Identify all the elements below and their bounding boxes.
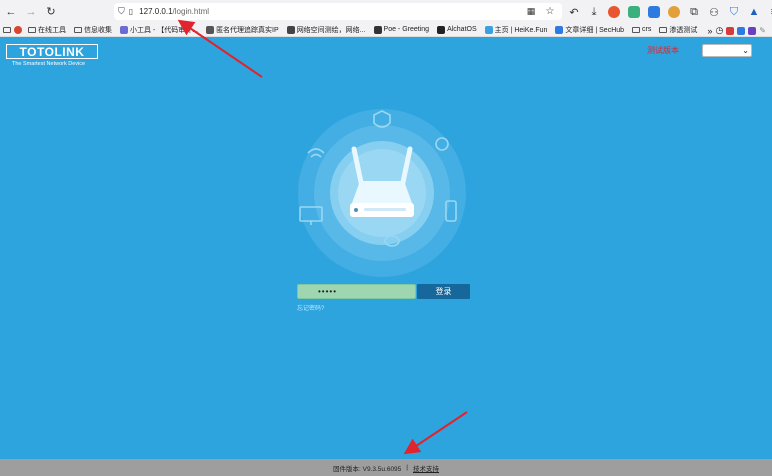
- history-icon[interactable]: ◷: [715, 25, 723, 36]
- forgot-password-link[interactable]: 忘记密码?: [297, 303, 324, 312]
- test-version-label: 测试版本: [647, 46, 679, 55]
- url-actions: ▦ ☆: [523, 4, 558, 20]
- totolink-logo: TOTOLINK The Smartest Network Device: [6, 44, 98, 67]
- qr-code-icon[interactable]: ▦: [523, 4, 539, 20]
- bookmark-folder-icon[interactable]: [3, 26, 11, 33]
- url-path: /login.html: [172, 7, 210, 16]
- url-host: 127.0.0.1: [139, 7, 173, 16]
- bookmark-item[interactable]: 匿名代理追踪真实IP: [206, 25, 279, 35]
- extension-screenshot-icon[interactable]: [626, 4, 642, 20]
- forward-icon[interactable]: →: [23, 4, 39, 20]
- bookmark-item[interactable]: 文章详细 | SecHub: [555, 25, 624, 35]
- bookmark-item[interactable]: Poe - Greeting: [373, 25, 430, 35]
- logo-text: TOTOLINK: [19, 44, 85, 59]
- url-text[interactable]: 127.0.0.1/login.html: [139, 7, 209, 16]
- back-icon[interactable]: ←: [3, 4, 19, 20]
- bookmark-item[interactable]: 信息收集: [74, 25, 112, 35]
- bookmark-label: 主页 | HeiKe.Fun: [494, 26, 548, 34]
- folder-icon: [74, 26, 82, 33]
- bookmark-list: 在线工具 信息收集 小工具 - 【代码审计... 匿名代理追踪真实IP 网络空间测绘，网…: [28, 25, 705, 35]
- bookmark-item[interactable]: 小工具 - 【代码审计...: [120, 25, 198, 35]
- bookmarks-overflow: » ◷ ✎: [707, 25, 766, 36]
- favicon-icon: [286, 25, 295, 34]
- bookmark-label: 文章详细 | SecHub: [565, 26, 625, 34]
- favicon-icon: [437, 25, 446, 34]
- favicon-icon: [484, 25, 493, 34]
- logo-box: TOTOLINK: [6, 44, 98, 59]
- bookmark-label: 匿名代理追踪真实IP: [216, 26, 279, 34]
- bookmark-label: Poe - Greeting: [383, 26, 430, 33]
- extension-red-icon[interactable]: [606, 4, 622, 20]
- menu-icon[interactable]: ≡: [766, 4, 772, 20]
- bookmark-red-icon[interactable]: [14, 25, 22, 34]
- extension-shot-icon[interactable]: [726, 26, 735, 35]
- reload-icon[interactable]: ↻: [43, 4, 59, 20]
- folder-icon: [659, 26, 668, 33]
- page-footer: 固件版本: V9.3.5u.6095 | 技术支持: [0, 459, 772, 476]
- password-input[interactable]: •••••: [297, 284, 416, 299]
- bookmark-label: 信息收集: [84, 26, 112, 34]
- router-illustration: [298, 109, 466, 277]
- extensions-puzzle-icon[interactable]: ⧉: [686, 4, 702, 20]
- toolbar-extensions: ↶ ⤓ ⧉ ⚇ ⛉ ▲ ≡: [566, 4, 772, 20]
- overflow-chevron-icon[interactable]: »: [707, 26, 712, 36]
- address-bar[interactable]: ⛉ ▯ 127.0.0.1/login.html ▦ ☆: [114, 3, 562, 20]
- tech-support-link[interactable]: 技术支持: [413, 463, 439, 473]
- logo-tagline: The Smartest Network Device: [12, 61, 86, 67]
- extension-blue-icon[interactable]: [737, 26, 746, 35]
- bookmark-label: 渗透测试: [669, 26, 698, 34]
- bookmark-star-icon[interactable]: ☆: [542, 4, 558, 20]
- shield-icon[interactable]: ⛉: [118, 6, 125, 17]
- login-row: ••••• 登录: [297, 284, 470, 299]
- favicon-icon: [206, 25, 215, 34]
- download-icon[interactable]: ⤓: [586, 4, 602, 20]
- bookmarks-bar: 在线工具 信息收集 小工具 - 【代码审计... 匿名代理追踪真实IP 网络空间测绘，网…: [0, 23, 772, 37]
- bookmark-label: 小工具 - 【代码审计...: [130, 26, 199, 34]
- bookmark-label: AlchatOS: [447, 26, 477, 33]
- chevron-down-icon: ⌄: [742, 46, 749, 55]
- login-page: TOTOLINK The Smartest Network Device 测试版…: [0, 37, 772, 459]
- language-select[interactable]: ⌄: [702, 44, 752, 57]
- page-icon: ▯: [128, 7, 134, 16]
- bookmark-item[interactable]: crs: [632, 25, 651, 35]
- shield-extension-icon[interactable]: ⛉: [726, 4, 742, 20]
- bookmark-label: 在线工具: [38, 26, 66, 34]
- bookmark-item[interactable]: 在线工具: [28, 25, 66, 35]
- folder-icon: [632, 26, 641, 33]
- bookmark-item[interactable]: 网络空间测绘，网络...: [286, 25, 366, 35]
- bookmark-label: 网络空间测绘，网络...: [296, 26, 366, 34]
- account-icon[interactable]: ⚇: [706, 4, 722, 20]
- bookmark-label: crs: [642, 26, 652, 33]
- bookmark-item[interactable]: AlchatOS: [437, 25, 477, 35]
- undo-icon[interactable]: ↶: [566, 4, 582, 20]
- footer-separator: |: [406, 464, 408, 471]
- favicon-icon: [555, 25, 564, 34]
- favicon-icon: [373, 25, 382, 34]
- extension-cookie-icon[interactable]: [666, 4, 682, 20]
- nav-buttons: ← → ↻: [3, 4, 59, 20]
- extension-purple-icon[interactable]: [748, 26, 757, 35]
- extension-bookmark-icon[interactable]: [646, 4, 662, 20]
- favicon-icon: [120, 25, 128, 34]
- bookmark-item[interactable]: 渗透测试: [659, 25, 697, 35]
- bookmark-item[interactable]: 主页 | HeiKe.Fun: [484, 25, 548, 35]
- firmware-version: 固件版本: V9.3.5u.6095: [333, 465, 402, 473]
- feather-icon[interactable]: ✎: [759, 26, 766, 35]
- login-button[interactable]: 登录: [417, 284, 470, 299]
- browser-toolbar: ← → ↻ ⛉ ▯ 127.0.0.1/login.html ▦ ☆ ↶ ⤓ ⧉…: [0, 0, 772, 23]
- vpn-icon[interactable]: ▲: [746, 4, 762, 20]
- folder-icon: [28, 26, 36, 33]
